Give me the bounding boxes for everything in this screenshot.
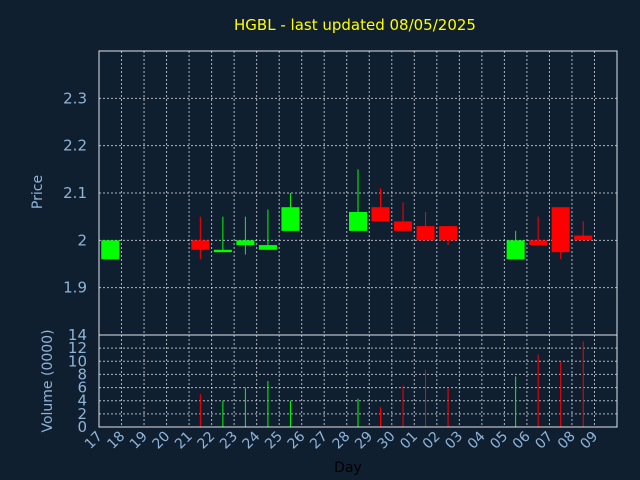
x-tick-label: 07 xyxy=(532,429,556,453)
candles xyxy=(101,169,593,260)
x-tick-label: 26 xyxy=(285,428,309,452)
candle-body xyxy=(506,240,525,260)
candle xyxy=(394,202,413,231)
x-tick-label: 18 xyxy=(104,429,128,453)
x-tick-label: 28 xyxy=(330,429,354,453)
x-tick-label: 29 xyxy=(352,429,376,453)
candle-body xyxy=(439,226,458,241)
candle xyxy=(371,188,390,222)
x-tick-label: 09 xyxy=(577,429,601,453)
candle-body xyxy=(258,245,277,250)
price-y-tick-label: 2.2 xyxy=(63,137,87,155)
candle xyxy=(551,207,570,260)
candle xyxy=(348,169,368,231)
chart-title: HGBL - last updated 08/05/2025 xyxy=(234,16,476,34)
chart: HGBL - last updated 08/05/2025 Price Vol… xyxy=(30,16,618,476)
price-y-tick-label: 2.3 xyxy=(63,89,87,107)
candle xyxy=(191,216,210,260)
candle xyxy=(416,211,435,241)
x-axis-label: Day xyxy=(334,460,362,476)
x-tick-label: 19 xyxy=(127,429,151,453)
candle-body xyxy=(394,221,413,231)
candle-body xyxy=(348,211,368,231)
candle-body xyxy=(551,207,570,253)
candle-body xyxy=(371,207,390,222)
volume-axis-label: Volume (0000) xyxy=(40,329,56,432)
x-tick-label: 24 xyxy=(240,428,264,452)
volume-y-tick-label: 14 xyxy=(68,326,87,344)
x-tick-label: 05 xyxy=(487,429,511,453)
candle-body xyxy=(213,249,232,253)
price-axis-label: Price xyxy=(30,175,46,209)
x-tick-label: 23 xyxy=(217,429,241,453)
candle-body xyxy=(191,240,210,250)
candle-body xyxy=(236,240,255,246)
price-y-tick-label: 2.1 xyxy=(63,184,87,202)
candle xyxy=(213,216,232,253)
x-tick-label: 04 xyxy=(465,428,489,452)
x-tick-label: 22 xyxy=(195,429,219,453)
x-tick-label: 25 xyxy=(262,429,286,453)
candle xyxy=(236,216,255,255)
volume-y-ticks: 02468101214 xyxy=(68,326,87,436)
x-tick-label: 21 xyxy=(172,429,196,453)
candle xyxy=(574,221,593,241)
x-tick-label: 20 xyxy=(149,429,173,453)
x-tick-label: 02 xyxy=(420,429,444,453)
candle-body xyxy=(101,240,120,260)
candle xyxy=(281,193,300,231)
x-ticks: 1718192021222324252627282930010203040506… xyxy=(82,428,601,452)
candle xyxy=(101,240,120,260)
price-y-ticks: 1.9 2 2.1 2.2 2.3 xyxy=(63,89,87,296)
price-y-tick-label: 1.9 xyxy=(63,279,87,297)
x-tick-label: 03 xyxy=(442,429,466,453)
price-y-tick-label: 2 xyxy=(77,231,87,249)
candle xyxy=(439,226,458,246)
candle xyxy=(529,216,548,246)
x-tick-label: 06 xyxy=(510,428,534,452)
candle-body xyxy=(281,207,300,231)
x-tick-label: 01 xyxy=(397,429,421,453)
candle-body xyxy=(529,240,548,246)
candle xyxy=(506,230,525,260)
x-tick-label: 08 xyxy=(555,429,579,453)
candle xyxy=(258,209,277,250)
x-tick-label: 27 xyxy=(307,429,331,453)
candle-body xyxy=(574,235,593,241)
x-tick-label: 30 xyxy=(375,429,399,453)
candle-body xyxy=(416,226,435,241)
